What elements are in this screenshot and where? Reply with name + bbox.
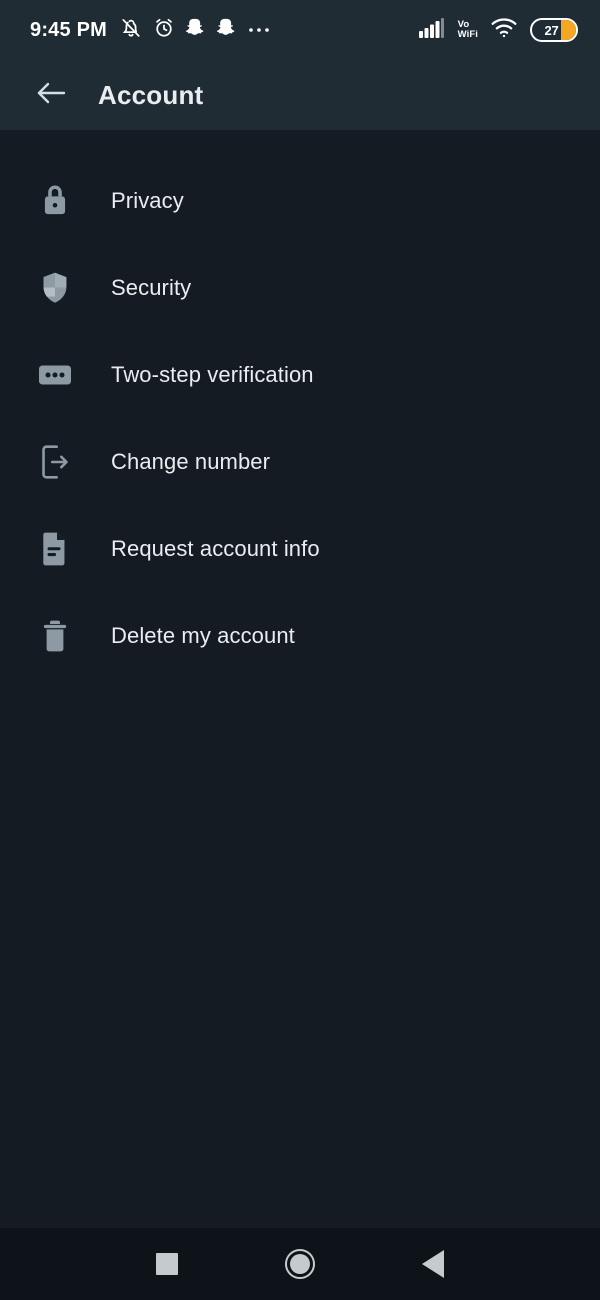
circle-inner: [289, 1254, 310, 1274]
settings-item-label: Two-step verification: [111, 361, 314, 387]
status-clock: 9:45 PM: [30, 18, 107, 41]
phone-screen: 9:45 PM Vo WiFi 27 Account Privacy Secur…: [0, 0, 600, 1300]
battery-fill: [561, 20, 576, 40]
settings-item-privacy[interactable]: Privacy: [0, 157, 600, 244]
settings-item-two-step-verification[interactable]: Two-step verification: [0, 331, 600, 418]
circle-icon: [284, 1249, 315, 1279]
battery-percent-label: 27: [544, 22, 559, 38]
triangle-left-icon: [422, 1250, 445, 1278]
app-bar: Account: [0, 60, 600, 130]
shield-icon: [30, 271, 80, 305]
home-button[interactable]: [273, 1237, 327, 1291]
change-number-icon: [30, 444, 80, 480]
back-navigation-button[interactable]: [28, 72, 74, 118]
settings-list: Privacy Security Two-step verification C…: [0, 130, 600, 1228]
volte-wifi-line2: WiFi: [457, 29, 478, 40]
settings-item-label: Request account info: [111, 535, 320, 561]
document-icon: [30, 531, 80, 567]
battery-indicator: 27: [530, 18, 578, 42]
settings-item-label: Privacy: [111, 187, 184, 213]
settings-item-delete-my-account[interactable]: Delete my account: [0, 592, 600, 679]
settings-item-security[interactable]: Security: [0, 244, 600, 331]
settings-item-label: Delete my account: [111, 622, 295, 648]
settings-item-label: Change number: [111, 448, 271, 474]
two-step-dots-icon: [30, 362, 80, 388]
bell-slash-icon: [120, 17, 142, 44]
recents-button[interactable]: [140, 1237, 194, 1291]
back-button[interactable]: [406, 1237, 460, 1291]
status-bar-right-group: Vo WiFi 27: [418, 17, 578, 43]
status-bar-left-group: 9:45 PM: [30, 17, 272, 44]
alarm-clock-icon: [153, 17, 175, 44]
more-dots-icon: [248, 21, 272, 39]
settings-item-change-number[interactable]: Change number: [0, 418, 600, 505]
arrow-left-icon: [36, 80, 66, 111]
settings-item-request-account-info[interactable]: Request account info: [0, 505, 600, 592]
snapchat-icon: [216, 17, 237, 43]
settings-item-label: Security: [111, 274, 192, 300]
volte-wifi-label: Vo WiFi: [458, 20, 478, 40]
lock-icon: [30, 184, 80, 218]
wifi-icon: [491, 17, 517, 43]
system-navigation-bar: [0, 1228, 600, 1300]
square-icon: [155, 1253, 178, 1275]
cellular-signal-icon: [418, 17, 445, 43]
trash-icon: [30, 619, 80, 653]
status-bar: 9:45 PM Vo WiFi 27: [0, 0, 600, 60]
page-title: Account: [98, 79, 204, 110]
snapchat-icon: [185, 17, 206, 43]
